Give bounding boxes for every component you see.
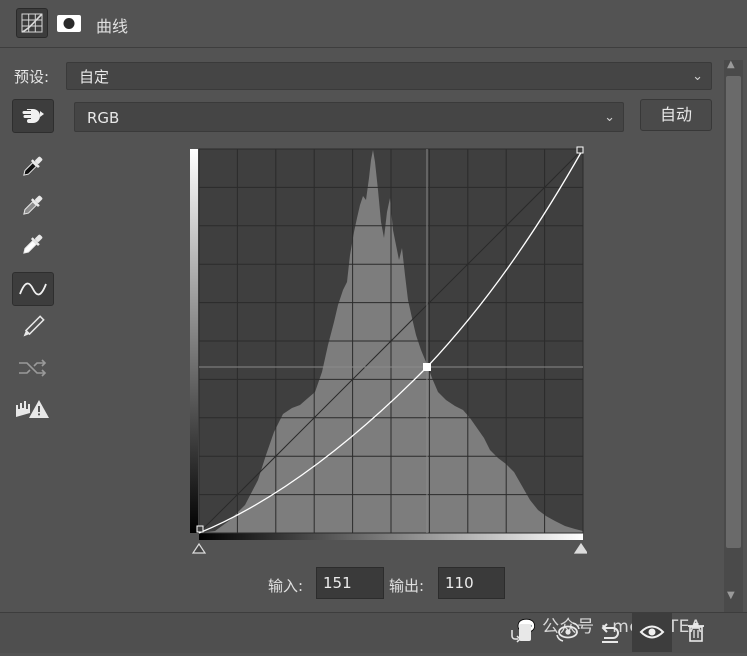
output-gradient-bar bbox=[190, 149, 198, 533]
input-value-field[interactable] bbox=[316, 567, 384, 599]
delete-trash-icon[interactable] bbox=[682, 618, 710, 646]
preset-label: 预设: bbox=[14, 68, 50, 86]
scroll-down-icon[interactable]: ▼ bbox=[727, 590, 735, 601]
curve-point-tool-icon[interactable] bbox=[12, 272, 54, 306]
panel-title: 曲线 bbox=[96, 17, 129, 36]
pencil-draw-icon[interactable] bbox=[12, 312, 54, 346]
preset-value: 自定 bbox=[79, 68, 110, 86]
input-gradient-bar bbox=[199, 533, 583, 540]
black-point-slider[interactable] bbox=[191, 542, 207, 554]
view-previous-state-icon[interactable] bbox=[554, 618, 582, 646]
preset-select[interactable]: 自定 ⌄ bbox=[66, 62, 712, 90]
input-label: 输入: bbox=[268, 577, 304, 595]
clip-to-layer-icon[interactable] bbox=[508, 618, 536, 646]
target-adjust-hand-icon[interactable] bbox=[12, 99, 54, 133]
clipping-warning-icon[interactable] bbox=[12, 393, 54, 427]
black-point-eyedropper-icon[interactable] bbox=[12, 151, 54, 185]
auto-button[interactable]: 自动 bbox=[640, 99, 712, 131]
output-value-field[interactable] bbox=[438, 567, 505, 599]
curve-point-start[interactable] bbox=[196, 525, 204, 533]
scroll-up-icon[interactable]: ▲ bbox=[727, 59, 735, 70]
visibility-eye-icon bbox=[639, 625, 665, 639]
smooth-curve-icon[interactable] bbox=[12, 352, 54, 386]
curves-graph[interactable] bbox=[185, 143, 587, 563]
visibility-toggle[interactable] bbox=[632, 613, 672, 652]
channel-value: RGB bbox=[87, 109, 120, 127]
chevron-down-icon: ⌄ bbox=[692, 69, 703, 84]
scrollbar-thumb[interactable] bbox=[726, 76, 741, 548]
header-divider bbox=[0, 47, 747, 48]
output-label: 输出: bbox=[389, 577, 425, 595]
curves-adjustment-icon[interactable] bbox=[16, 8, 48, 38]
white-point-eyedropper-icon[interactable] bbox=[12, 229, 54, 263]
curve-point-end[interactable] bbox=[576, 146, 584, 154]
reset-icon[interactable] bbox=[596, 618, 624, 646]
curve-point-selected[interactable] bbox=[423, 363, 431, 371]
chevron-down-icon: ⌄ bbox=[604, 110, 615, 125]
channel-select[interactable]: RGB ⌄ bbox=[74, 102, 624, 132]
mask-icon[interactable] bbox=[53, 8, 85, 38]
white-point-slider[interactable] bbox=[573, 542, 587, 554]
gray-point-eyedropper-icon[interactable] bbox=[12, 190, 54, 224]
